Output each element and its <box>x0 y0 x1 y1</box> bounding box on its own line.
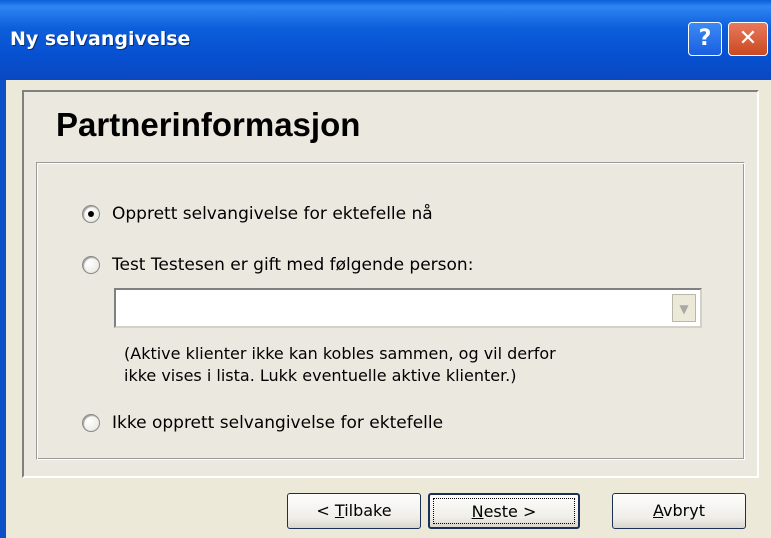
radio-unselected-icon[interactable] <box>82 256 100 274</box>
radio-selected-icon[interactable] <box>82 205 100 223</box>
cancel-button[interactable]: Avbryt <box>612 493 746 529</box>
window-border <box>0 80 6 538</box>
info-note: (Aktive klienter ikke kan kobles sammen,… <box>124 343 684 387</box>
radio-do-not-create[interactable]: Ikke opprett selvangivelse for ektefelle <box>82 413 443 433</box>
back-button-prefix: < <box>316 501 335 520</box>
radio-married-to-label: Test Testesen er gift med følgende perso… <box>112 255 474 275</box>
partner-combobox[interactable]: ▼ <box>114 288 702 328</box>
next-button[interactable]: Neste > <box>428 493 580 529</box>
radio-unselected-icon[interactable] <box>82 414 100 432</box>
next-button-label-wrap: Neste > <box>472 502 537 521</box>
title-bar: Ny selvangivelse ? ✕ <box>0 0 771 80</box>
cancel-button-label: vbryt <box>663 501 705 520</box>
cancel-button-mnemonic: A <box>653 501 664 520</box>
radio-create-now[interactable]: Opprett selvangivelse for ektefelle nå <box>82 204 433 224</box>
page-title: Partnerinformasjon <box>56 106 361 143</box>
next-button-label: este > <box>483 502 537 521</box>
info-note-line-2: ikke vises i lista. Lukk eventuelle akti… <box>124 366 517 385</box>
back-button-mnemonic: T <box>334 501 345 520</box>
close-button[interactable]: ✕ <box>728 22 768 56</box>
back-button[interactable]: < Tilbake <box>287 493 421 529</box>
radio-do-not-create-label: Ikke opprett selvangivelse for ektefelle <box>112 413 444 433</box>
info-note-line-1: (Aktive klienter ikke kan kobles sammen,… <box>124 344 556 363</box>
next-button-mnemonic: N <box>471 502 484 521</box>
dropdown-arrow-icon[interactable]: ▼ <box>672 294 696 322</box>
back-button-label: ilbake <box>344 501 392 520</box>
help-button[interactable]: ? <box>688 22 722 56</box>
radio-married-to[interactable]: Test Testesen er gift med følgende perso… <box>82 255 473 275</box>
radio-create-now-label: Opprett selvangivelse for ektefelle nå <box>112 204 433 224</box>
window-title: Ny selvangivelse <box>10 28 191 50</box>
